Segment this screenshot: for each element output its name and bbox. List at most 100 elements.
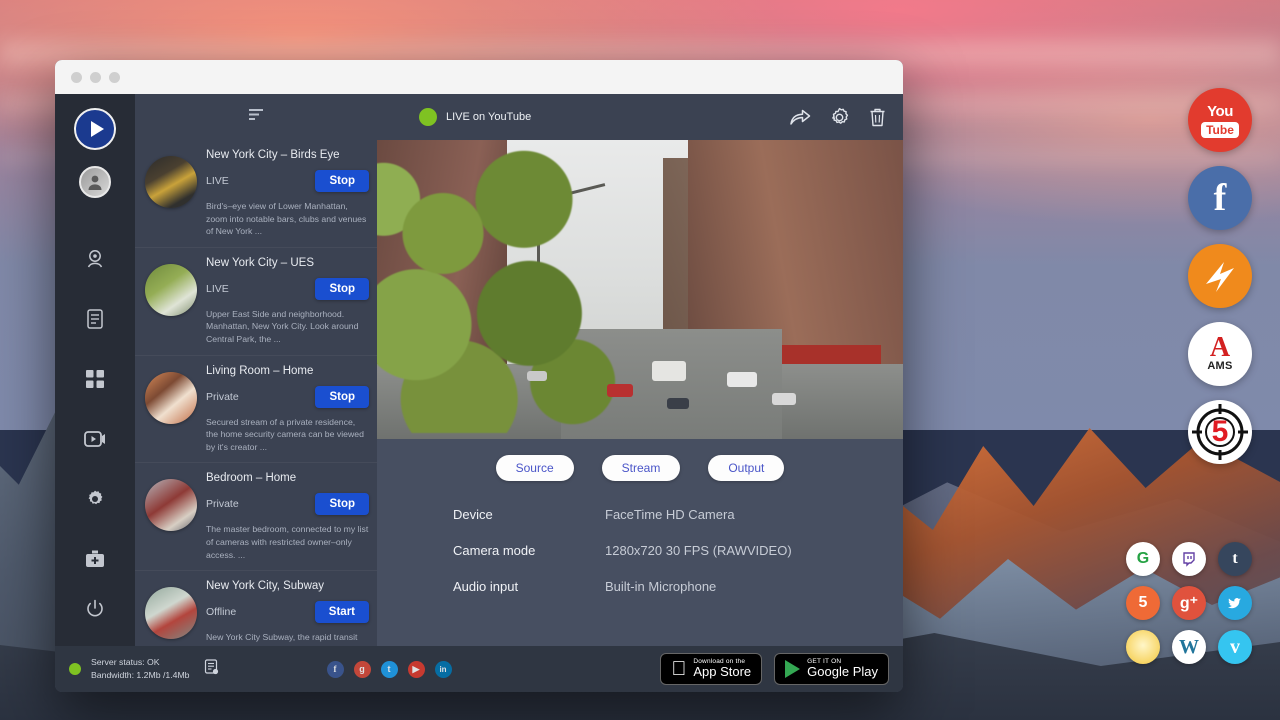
camera-action-button[interactable]: Stop <box>315 170 369 192</box>
trash-icon <box>868 107 887 128</box>
dock-mini-tumblr[interactable]: t <box>1218 542 1252 576</box>
social-linkedin[interactable]: in <box>435 661 452 678</box>
google-play-badge[interactable]: GET IT ON Google Play <box>774 653 889 684</box>
list-item[interactable]: New York City, Subway Offline Start New … <box>135 571 377 646</box>
video-preview[interactable] <box>377 140 903 439</box>
apple-logo-icon:  <box>671 659 686 679</box>
camera-thumbnail <box>145 587 197 639</box>
camera-action-button[interactable]: Stop <box>315 278 369 300</box>
dock-icon-five-target[interactable]: 5 <box>1188 400 1252 464</box>
sidebar-item-power[interactable] <box>78 592 112 626</box>
tab-stream[interactable]: Stream <box>602 455 681 481</box>
video-truck <box>652 361 686 381</box>
dock-mini-twitch[interactable] <box>1172 542 1206 576</box>
delete-button[interactable] <box>868 107 887 128</box>
google-play-icon <box>785 660 800 678</box>
camera-description: Secured stream of a private residence, t… <box>206 416 369 454</box>
social-facebook[interactable]: f <box>327 661 344 678</box>
sidebar-item-playback[interactable] <box>78 422 112 456</box>
desktop-dock: You Tube f A AMS 5 <box>1188 88 1252 464</box>
spec-row-device: Device FaceTime HD Camera <box>453 507 903 522</box>
dock-icon-wowza[interactable] <box>1188 244 1252 308</box>
sidebar-item-settings[interactable] <box>78 482 112 516</box>
sort-descending-icon[interactable] <box>247 107 265 128</box>
camera-status-row: Private Stop <box>206 493 369 515</box>
spec-value[interactable]: FaceTime HD Camera <box>605 507 735 522</box>
share-arrow-icon <box>789 107 811 127</box>
video-trees <box>377 148 632 433</box>
tab-source[interactable]: Source <box>496 455 574 481</box>
sidebar-item-logs[interactable] <box>78 302 112 336</box>
list-item[interactable]: New York City – Birds Eye LIVE Stop Bird… <box>135 140 377 248</box>
google-play-bottom-label: Google Play <box>807 665 878 679</box>
window-minimize-button[interactable] <box>90 72 101 83</box>
camera-action-button[interactable]: Start <box>315 601 369 623</box>
app-store-bottom-label: App Store <box>693 665 751 679</box>
document-icon[interactable] <box>204 659 219 680</box>
camera-thumbnail <box>145 479 197 531</box>
tab-output[interactable]: Output <box>708 455 784 481</box>
sidebar-item-add-device[interactable] <box>78 542 112 576</box>
window-titlebar[interactable] <box>55 60 903 94</box>
dock-mini-twitter[interactable] <box>1218 586 1252 620</box>
sidebar-item-dashboard[interactable] <box>78 362 112 396</box>
spec-row-audio-input: Audio input Built-in Microphone <box>453 579 903 594</box>
dock-mini-google-plus[interactable]: g⁺ <box>1172 586 1206 620</box>
app-store-badge[interactable]:  Download on the App Store <box>660 653 762 684</box>
add-case-icon <box>85 550 105 568</box>
app-logo-icon[interactable] <box>74 108 116 150</box>
list-item[interactable]: New York City – UES LIVE Stop Upper East… <box>135 248 377 356</box>
twitter-bird-icon <box>1227 595 1243 611</box>
social-youtube[interactable]: ▶ <box>408 661 425 678</box>
list-item[interactable]: Bedroom – Home Private Stop The master b… <box>135 463 377 571</box>
camera-info: New York City, Subway Offline Start New … <box>206 580 369 646</box>
window-body: New York City – Birds Eye LIVE Stop Bird… <box>55 94 903 646</box>
share-button[interactable] <box>789 107 811 128</box>
window-maximize-button[interactable] <box>109 72 120 83</box>
spec-row-camera-mode: Camera mode 1280x720 30 FPS (RAWVIDEO) <box>453 543 903 558</box>
video-car <box>667 398 689 409</box>
camera-title: New York City – UES <box>206 257 369 269</box>
dock-mini-five[interactable]: 5 <box>1126 586 1160 620</box>
app-store-badges:  Download on the App Store GET IT ON Go… <box>660 653 889 684</box>
sidebar-items <box>78 242 112 576</box>
twitch-icon <box>1181 551 1197 567</box>
lightning-icon <box>1198 254 1242 298</box>
main-panel: LIVE on YouTube <box>377 94 903 646</box>
dock-icon-youtube[interactable]: You Tube <box>1188 88 1252 152</box>
dock-mini-grasshopper[interactable]: G <box>1126 542 1160 576</box>
dock-mini-vimeo[interactable]: v <box>1218 630 1252 664</box>
settings-button[interactable] <box>829 107 850 128</box>
social-google-plus[interactable]: g <box>354 661 371 678</box>
spec-label: Camera mode <box>453 543 605 558</box>
camera-description: The master bedroom, connected to my list… <box>206 523 369 561</box>
camera-list[interactable]: New York City – Birds Eye LIVE Stop Bird… <box>135 140 377 646</box>
camera-description: Upper East Side and neighborhood. Manhat… <box>206 308 369 346</box>
dock-icon-adobe-ams[interactable]: A AMS <box>1188 322 1252 386</box>
sidebar-item-cameras[interactable] <box>78 242 112 276</box>
settings-tabs: Source Stream Output <box>377 439 903 481</box>
camera-thumbnail <box>145 372 197 424</box>
gear-icon <box>829 107 850 128</box>
window-close-button[interactable] <box>71 72 82 83</box>
spec-label: Audio input <box>453 579 605 594</box>
power-icon <box>85 599 105 619</box>
dock-mini-sun[interactable] <box>1126 630 1160 664</box>
list-item[interactable]: Living Room – Home Private Stop Secured … <box>135 356 377 464</box>
desktop-dock-grid: G t 5 g⁺ W v <box>1126 542 1254 664</box>
video-car <box>607 384 633 397</box>
spec-value[interactable]: 1280x720 30 FPS (RAWVIDEO) <box>605 543 792 558</box>
camera-title: Living Room – Home <box>206 365 369 377</box>
avatar[interactable] <box>79 166 111 198</box>
dock-icon-facebook[interactable]: f <box>1188 166 1252 230</box>
dock-mini-wordpress[interactable]: W <box>1172 630 1206 664</box>
play-triangle <box>91 121 104 137</box>
social-twitter[interactable]: t <box>381 661 398 678</box>
youtube-you-text: You <box>1207 103 1233 120</box>
camera-state: LIVE <box>206 175 229 187</box>
camera-action-button[interactable]: Stop <box>315 386 369 408</box>
camera-action-button[interactable]: Stop <box>315 493 369 515</box>
spec-value[interactable]: Built-in Microphone <box>605 579 716 594</box>
video-car <box>727 372 757 387</box>
camera-status-row: LIVE Stop <box>206 278 369 300</box>
